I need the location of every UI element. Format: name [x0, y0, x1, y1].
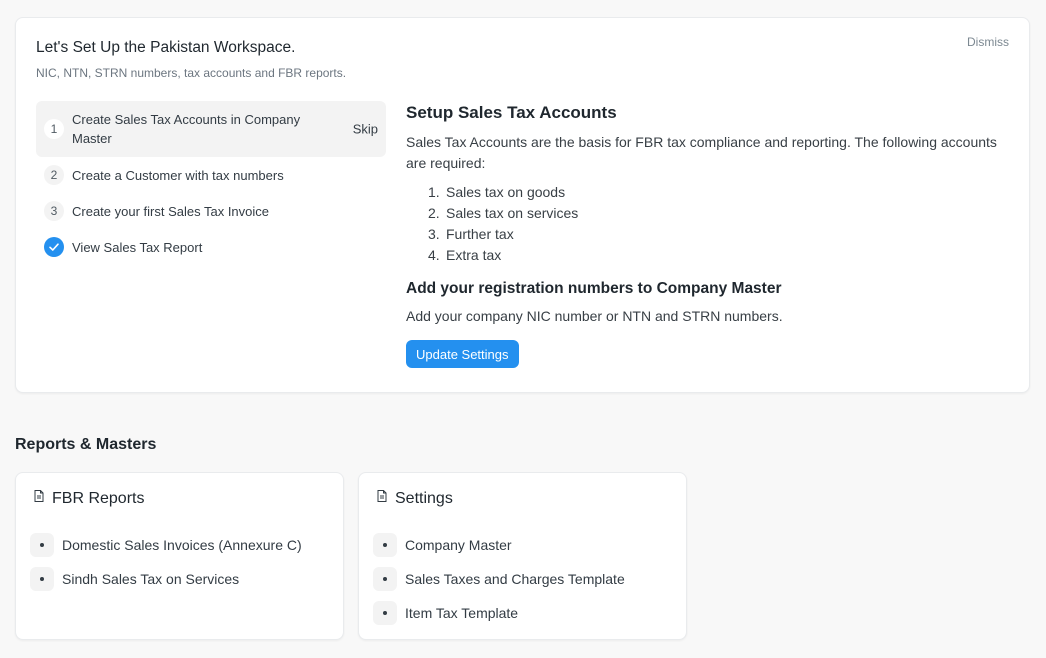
card-header: FBR Reports	[32, 489, 144, 508]
step-create-customer[interactable]: 2 Create a Customer with tax numbers	[36, 157, 386, 193]
settings-card: Settings Company Master Sales Taxes and …	[358, 472, 687, 640]
onboarding-title: Let's Set Up the Pakistan Workspace.	[36, 39, 296, 56]
detail-description: Sales Tax Accounts are the basis for FBR…	[406, 134, 997, 171]
card-links: Company Master Sales Taxes and Charges T…	[373, 528, 625, 630]
list-item: 3. Further tax	[428, 226, 514, 242]
step-create-sales-tax-accounts[interactable]: 1 Create Sales Tax Accounts in Company M…	[36, 101, 386, 157]
link-item-tax-template[interactable]: Item Tax Template	[373, 596, 625, 630]
detail-heading: Setup Sales Tax Accounts	[406, 103, 617, 122]
step-number: 2	[44, 165, 64, 185]
step-view-sales-tax-report[interactable]: View Sales Tax Report	[36, 229, 386, 265]
link-label: Item Tax Template	[405, 605, 519, 621]
bullet-icon	[373, 567, 397, 591]
link-label: Sindh Sales Tax on Services	[62, 571, 240, 587]
step-detail: Setup Sales Tax Accounts Sales Tax Accou…	[406, 103, 1006, 368]
link-label: Sales Taxes and Charges Template	[405, 571, 625, 587]
skip-button[interactable]: Skip	[353, 122, 378, 137]
bullet-icon	[30, 567, 54, 591]
card-title: Settings	[395, 489, 453, 507]
link-sindh-sales-tax[interactable]: Sindh Sales Tax on Services	[30, 562, 302, 596]
step-number: 1	[44, 119, 64, 139]
step-label: Create a Customer with tax numbers	[72, 167, 284, 183]
file-icon	[375, 489, 389, 508]
detail-sub-description: Add your company NIC number or NTN and S…	[406, 308, 783, 324]
bullet-icon	[373, 601, 397, 625]
update-settings-button[interactable]: Update Settings	[406, 340, 519, 368]
file-icon	[32, 489, 46, 508]
dismiss-button[interactable]: Dismiss	[967, 35, 1009, 49]
list-item: 4. Extra tax	[428, 247, 502, 263]
list-item: 2. Sales tax on services	[428, 205, 579, 221]
onboarding-steps: 1 Create Sales Tax Accounts in Company M…	[36, 101, 386, 265]
onboarding-card: Let's Set Up the Pakistan Workspace. NIC…	[15, 17, 1030, 393]
section-title: Reports & Masters	[15, 436, 157, 453]
bullet-icon	[30, 533, 54, 557]
card-header: Settings	[375, 489, 453, 508]
fbr-reports-card: FBR Reports Domestic Sales Invoices (Ann…	[15, 472, 344, 640]
link-label: Domestic Sales Invoices (Annexure C)	[62, 537, 302, 553]
step-label: View Sales Tax Report	[72, 239, 203, 255]
card-title: FBR Reports	[52, 489, 145, 507]
link-domestic-sales-invoices[interactable]: Domestic Sales Invoices (Annexure C)	[30, 528, 302, 562]
step-label: Create your first Sales Tax Invoice	[72, 203, 270, 219]
card-links: Domestic Sales Invoices (Annexure C) Sin…	[30, 528, 302, 596]
step-number: 3	[44, 201, 64, 221]
detail-subheading: Add your registration numbers to Company…	[406, 280, 782, 297]
bullet-icon	[373, 533, 397, 557]
link-company-master[interactable]: Company Master	[373, 528, 625, 562]
list-item: 1. Sales tax on goods	[428, 184, 566, 200]
required-accounts-list: 1. Sales tax on goods 2. Sales tax on serv…	[406, 182, 1006, 266]
step-create-sales-tax-invoice[interactable]: 3 Create your first Sales Tax Invoice	[36, 193, 386, 229]
step-label: Create Sales Tax Accounts in Company Mas…	[72, 112, 301, 146]
link-label: Company Master	[405, 537, 512, 553]
onboarding-subtitle: NIC, NTN, STRN numbers, tax accounts and…	[36, 66, 347, 80]
check-icon	[44, 237, 64, 257]
link-sales-taxes-template[interactable]: Sales Taxes and Charges Template	[373, 562, 625, 596]
